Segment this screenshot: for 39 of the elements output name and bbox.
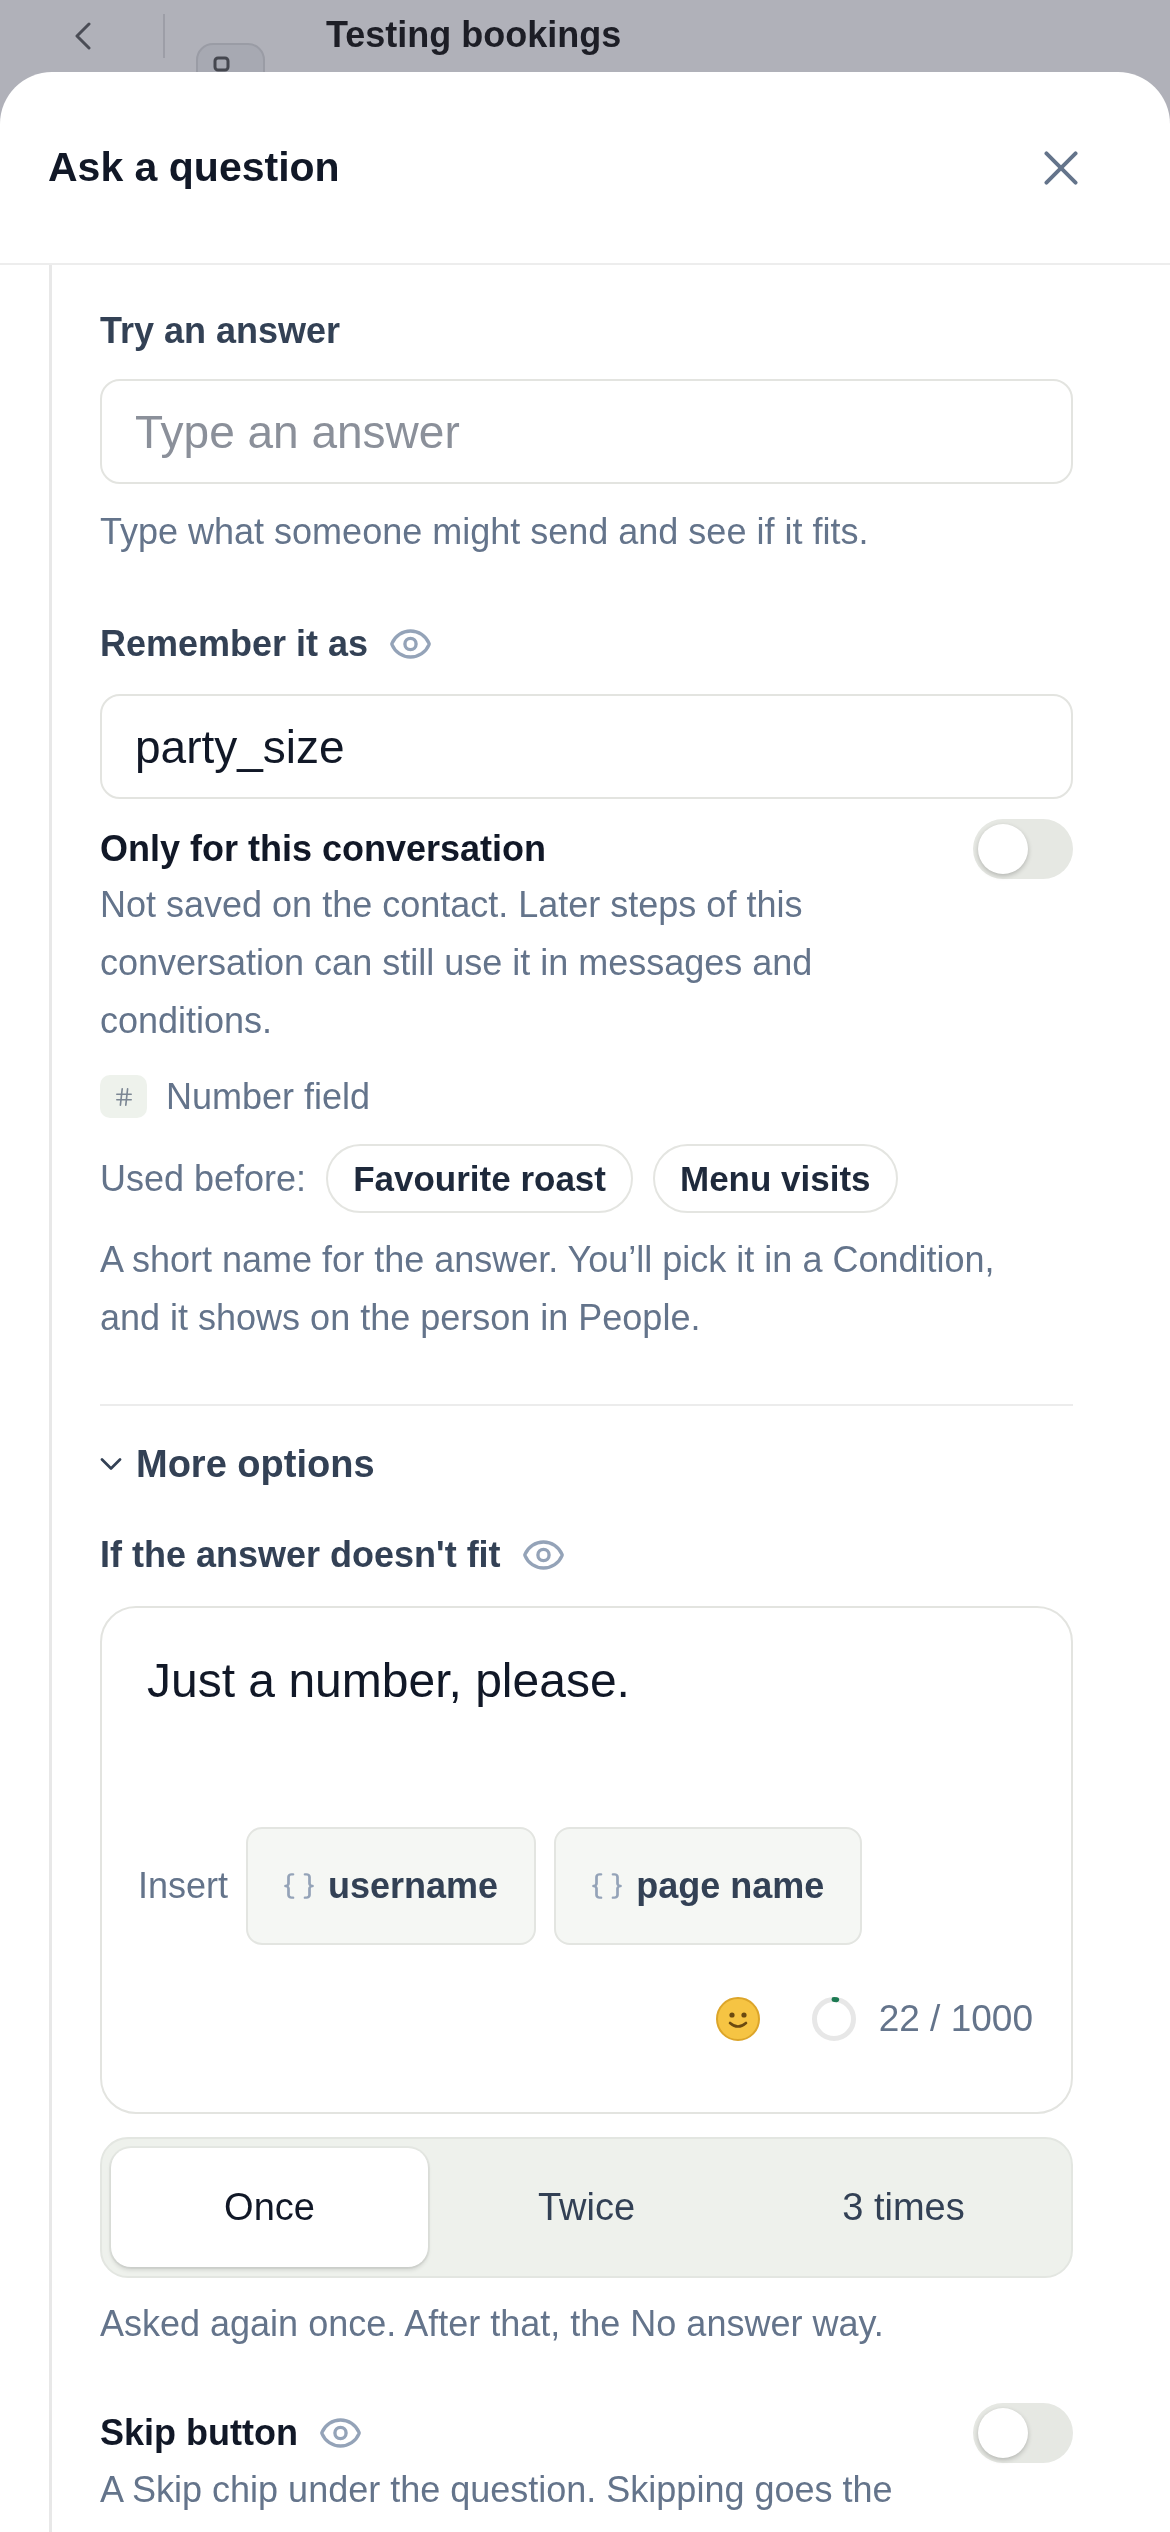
insert-variable-chip[interactable]: page name — [554, 1827, 863, 1945]
smiley-icon[interactable] — [715, 1997, 760, 2041]
insert-variable-chip[interactable]: username — [246, 1827, 537, 1945]
square-tile-icon — [196, 43, 265, 72]
answer-input[interactable]: Type an answer — [100, 379, 1073, 484]
field-type-label: Number field — [166, 1075, 371, 1118]
field-label: Try an answer — [100, 309, 341, 352]
character-count: 22 / 1000 — [878, 1998, 1033, 2040]
more-options-toggle[interactable]: More options — [100, 1442, 375, 1486]
help-text: Type what someone might send and see if it fits. — [100, 512, 870, 552]
braces-icon — [592, 1873, 623, 1899]
progress-ring-icon — [811, 1997, 856, 2041]
braces-icon — [284, 1873, 315, 1899]
help-text: Asked again once. After that, the No answer way. — [100, 2304, 885, 2344]
eye-icon[interactable] — [522, 1539, 564, 1570]
segment-tab[interactable]: Twice — [428, 2148, 745, 2267]
variable-chip[interactable]: Menu visits — [653, 1144, 898, 1213]
message-input[interactable]: Just a number, please. — [138, 1608, 1033, 1827]
toggle-label: Only for this conversation — [100, 828, 547, 870]
toggle-description: Not saved on the contact. Later steps of this conversation can still use it in messages and conditions. — [100, 883, 814, 1043]
used-before-label: Used before: — [100, 1157, 307, 1200]
page-title: Testing bookings — [326, 14, 622, 56]
hash-icon — [100, 1075, 147, 1118]
chevron-icon — [100, 1458, 122, 1470]
field-label: If the answer doesn't fit — [100, 1533, 501, 1576]
insert-label: Insert — [138, 1865, 229, 1907]
segment-tab[interactable]: 3 times — [745, 2148, 1062, 2267]
sheet-title: Ask a question — [48, 144, 340, 191]
back-chevron-icon[interactable] — [75, 22, 91, 50]
eye-icon[interactable] — [390, 628, 432, 659]
toggle-description: A Skip chip under the question. Skipping goes the — [100, 2470, 894, 2510]
help-text: A short name for the answer. You’ll pick it in a Condition, and it shows on the person in People. — [100, 1238, 996, 1340]
variable-chip[interactable]: Favourite roast — [326, 1144, 633, 1213]
field-label: Remember it as — [100, 622, 369, 665]
variable-name-input[interactable]: party_size — [100, 694, 1073, 799]
eye-icon[interactable] — [319, 2418, 361, 2448]
segment-tab[interactable]: Once — [111, 2148, 428, 2267]
toggle-label: Skip button — [100, 2412, 298, 2454]
close-icon — [1044, 150, 1078, 185]
